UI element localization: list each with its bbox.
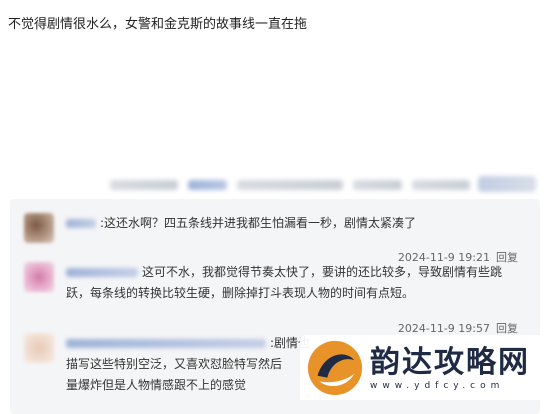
site-logo-icon xyxy=(307,340,363,395)
avatar[interactable] xyxy=(24,333,54,363)
comment-text: 这还水啊？四五条线并进我都生怕漏看一秒，剧情太紧凑了 xyxy=(104,216,417,230)
watermark-text: 韵达攻略网 www.ydfcy.com xyxy=(370,345,530,391)
username[interactable] xyxy=(66,219,96,228)
blurred-segment xyxy=(187,180,227,190)
comment-body: 这可不水，我都觉得节奏太快了，要讲的还比较多，导致剧情有些跳跃，每条线的转换比较… xyxy=(66,262,521,304)
blurred-segment xyxy=(353,180,402,190)
blurred-action-button[interactable] xyxy=(478,176,536,192)
watermark-title: 韵达攻略网 xyxy=(370,344,530,380)
blurred-segment xyxy=(411,180,470,190)
watermark: 韵达攻略网 www.ydfcy.com xyxy=(300,335,550,400)
comment-body: :这还水啊？四五条线并进我都生怕漏看一秒，剧情太紧凑了 xyxy=(66,213,521,234)
blurred-post-meta xyxy=(110,177,470,193)
avatar[interactable] xyxy=(24,262,54,292)
username[interactable] xyxy=(66,268,138,277)
post-text: 不觉得剧情很水么，女警和金克斯的故事线一直在拖 xyxy=(8,17,308,32)
blurred-segment xyxy=(236,180,344,190)
username[interactable] xyxy=(66,339,266,348)
blurred-segment xyxy=(110,180,178,190)
avatar[interactable] xyxy=(24,213,54,243)
watermark-url: www.ydfcy.com xyxy=(370,380,505,391)
